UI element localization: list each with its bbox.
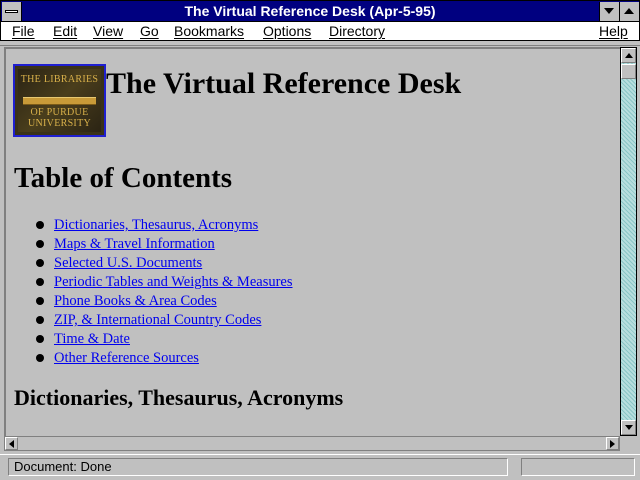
logo-line-3: UNIVERSITY bbox=[28, 118, 91, 129]
list-item: Selected U.S. Documents bbox=[34, 255, 293, 274]
list-item: Time & Date bbox=[34, 331, 293, 350]
triangle-down-icon bbox=[604, 8, 614, 14]
scroll-up-button[interactable] bbox=[621, 48, 636, 63]
window-title: The Virtual Reference Desk (Apr-5-95) bbox=[184, 3, 436, 19]
bullet-icon bbox=[36, 259, 44, 267]
purdue-libraries-logo[interactable]: THE LIBRARIES OF PURDUE UNIVERSITY bbox=[13, 64, 106, 137]
progress-indicator bbox=[521, 458, 635, 476]
bullet-icon bbox=[36, 354, 44, 362]
minimize-button[interactable] bbox=[599, 2, 619, 21]
scroll-left-button[interactable] bbox=[5, 437, 18, 450]
bullet-icon bbox=[36, 335, 44, 343]
menu-bookmarks[interactable]: Bookmarks bbox=[174, 23, 244, 39]
logo-line-2: OF PURDUE bbox=[30, 107, 89, 118]
maximize-button[interactable] bbox=[619, 2, 639, 21]
menu-bar: File Edit View Go Bookmarks Options Dire… bbox=[0, 22, 640, 41]
menu-help[interactable]: Help bbox=[599, 23, 628, 39]
bullet-icon bbox=[36, 316, 44, 324]
vertical-scroll-thumb[interactable] bbox=[621, 64, 636, 79]
arrow-up-icon bbox=[625, 53, 633, 58]
scroll-right-button[interactable] bbox=[606, 437, 619, 450]
toc-link-zip-codes[interactable]: ZIP, & International Country Codes bbox=[54, 312, 261, 328]
arrow-left-icon bbox=[9, 440, 14, 448]
list-item: Other Reference Sources bbox=[34, 350, 293, 369]
menu-view[interactable]: View bbox=[93, 23, 123, 39]
bullet-icon bbox=[36, 278, 44, 286]
arrow-down-icon bbox=[625, 425, 633, 430]
toc-heading: Table of Contents bbox=[14, 162, 233, 194]
scroll-down-button[interactable] bbox=[621, 420, 636, 435]
vertical-scrollbar[interactable] bbox=[620, 47, 637, 436]
list-item: Phone Books & Area Codes bbox=[34, 293, 293, 312]
section-heading: Dictionaries, Thesaurus, Acronyms bbox=[14, 385, 344, 410]
menu-go[interactable]: Go bbox=[140, 23, 159, 39]
menu-edit[interactable]: Edit bbox=[53, 23, 77, 39]
toolbar-strip bbox=[0, 41, 640, 46]
toc-link-time-date[interactable]: Time & Date bbox=[54, 331, 130, 347]
toc-link-us-documents[interactable]: Selected U.S. Documents bbox=[54, 255, 202, 271]
toc-link-periodic-tables[interactable]: Periodic Tables and Weights & Measures bbox=[54, 274, 293, 290]
logo-line-1: THE LIBRARIES bbox=[20, 74, 99, 85]
menu-options[interactable]: Options bbox=[263, 23, 311, 39]
logo-book-band bbox=[23, 97, 96, 105]
menu-file[interactable]: File bbox=[12, 23, 35, 39]
toc-link-dictionaries[interactable]: Dictionaries, Thesaurus, Acronyms bbox=[54, 217, 258, 233]
triangle-up-icon bbox=[624, 8, 634, 14]
document-view: THE LIBRARIES OF PURDUE UNIVERSITY The V… bbox=[4, 47, 620, 436]
list-item: Dictionaries, Thesaurus, Acronyms bbox=[34, 217, 293, 236]
menu-directory[interactable]: Directory bbox=[329, 23, 385, 39]
bullet-icon bbox=[36, 221, 44, 229]
toc-link-maps[interactable]: Maps & Travel Information bbox=[54, 236, 215, 252]
bullet-icon bbox=[36, 297, 44, 305]
page-title: The Virtual Reference Desk bbox=[106, 67, 462, 100]
toc-link-phone-books[interactable]: Phone Books & Area Codes bbox=[54, 293, 217, 309]
list-item: ZIP, & International Country Codes bbox=[34, 312, 293, 331]
scrollbar-corner bbox=[620, 436, 637, 451]
arrow-right-icon bbox=[610, 440, 615, 448]
system-menu-button[interactable] bbox=[2, 2, 22, 21]
toc-link-other-sources[interactable]: Other Reference Sources bbox=[54, 350, 199, 366]
status-text: Document: Done bbox=[8, 458, 508, 476]
list-item: Periodic Tables and Weights & Measures bbox=[34, 274, 293, 293]
bullet-icon bbox=[36, 240, 44, 248]
status-bar: Document: Done bbox=[0, 454, 640, 480]
list-item: Maps & Travel Information bbox=[34, 236, 293, 255]
horizontal-scrollbar[interactable] bbox=[4, 436, 620, 451]
toc-list: Dictionaries, Thesaurus, Acronyms Maps &… bbox=[34, 217, 293, 369]
title-bar: The Virtual Reference Desk (Apr-5-95) bbox=[0, 0, 640, 22]
